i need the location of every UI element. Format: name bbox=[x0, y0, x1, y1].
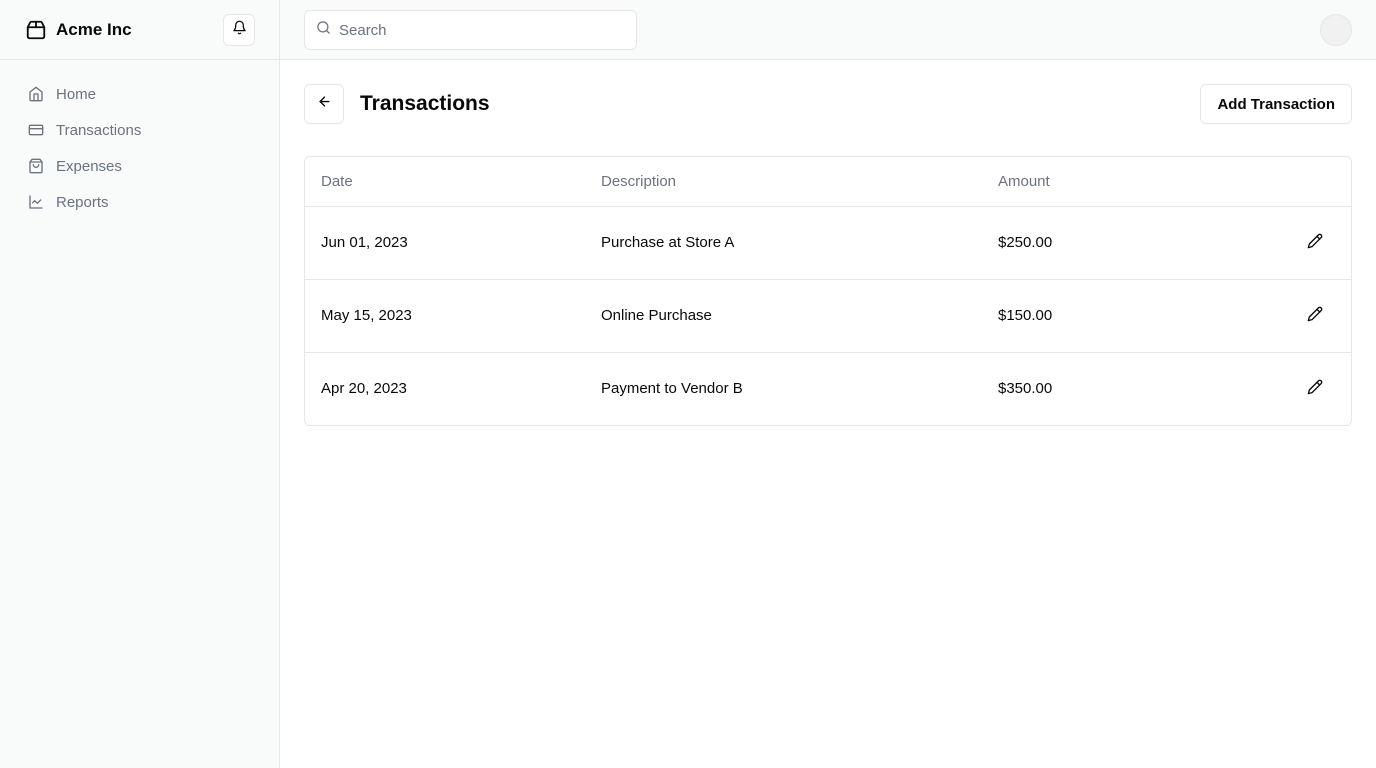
cell-amount: $250.00 bbox=[998, 234, 1053, 251]
pencil-icon bbox=[1307, 379, 1323, 399]
bell-icon bbox=[232, 20, 247, 40]
main-content: Transactions Add Transaction Date Descri… bbox=[280, 60, 1376, 768]
line-chart-icon bbox=[28, 194, 44, 210]
arrow-left-icon bbox=[317, 94, 332, 114]
table-row[interactable]: Apr 20, 2023 Payment to Vendor B $350.00 bbox=[305, 352, 1351, 425]
sidebar-item-reports[interactable]: Reports bbox=[16, 184, 263, 220]
pencil-icon bbox=[1307, 306, 1323, 326]
page-title: Transactions bbox=[360, 92, 490, 115]
cell-description: Online Purchase bbox=[601, 307, 712, 324]
sidebar-item-label: Expenses bbox=[56, 157, 122, 175]
credit-card-icon bbox=[28, 122, 44, 138]
column-header-description[interactable]: Description bbox=[585, 157, 982, 206]
brand-name[interactable]: Acme Inc bbox=[56, 20, 132, 40]
edit-button[interactable] bbox=[1303, 231, 1327, 255]
search-icon bbox=[316, 20, 339, 40]
home-icon bbox=[28, 86, 44, 102]
sidebar-item-home[interactable]: Home bbox=[16, 76, 263, 112]
pencil-icon bbox=[1307, 233, 1323, 253]
cell-date: Jun 01, 2023 bbox=[321, 234, 408, 251]
cell-actions bbox=[1232, 279, 1351, 352]
shopping-bag-icon bbox=[28, 158, 44, 174]
table-row[interactable]: May 15, 2023 Online Purchase $150.00 bbox=[305, 279, 1351, 352]
cell-description: Purchase at Store A bbox=[601, 234, 735, 251]
table-header-row: Date Description Amount bbox=[305, 157, 1351, 206]
add-transaction-button[interactable]: Add Transaction bbox=[1200, 84, 1352, 124]
sidebar-item-label: Transactions bbox=[56, 121, 142, 139]
cell-description: Payment to Vendor B bbox=[601, 380, 743, 398]
notifications-button[interactable] bbox=[223, 14, 255, 46]
column-header-actions bbox=[1232, 157, 1351, 206]
sidebar-item-label: Home bbox=[56, 85, 97, 103]
top-bar bbox=[280, 0, 1376, 60]
edit-button[interactable] bbox=[1303, 304, 1327, 328]
page-header: Transactions Add Transaction bbox=[304, 84, 1352, 124]
cell-amount: $150.00 bbox=[998, 307, 1053, 324]
edit-button[interactable] bbox=[1303, 377, 1327, 401]
cell-amount: $350.00 bbox=[998, 380, 1053, 398]
transactions-table: Date Description Amount Jun 01, 2023 Pur… bbox=[304, 156, 1352, 426]
column-header-date[interactable]: Date bbox=[305, 157, 585, 206]
column-header-amount[interactable]: Amount bbox=[982, 157, 1232, 206]
table-row[interactable]: Jun 01, 2023 Purchase at Store A $250.00 bbox=[305, 206, 1351, 279]
cell-actions bbox=[1232, 352, 1351, 425]
sidebar-item-expenses[interactable]: Expenses bbox=[16, 148, 263, 184]
brand-bar: Acme Inc bbox=[0, 0, 279, 60]
sidebar-item-transactions[interactable]: Transactions bbox=[16, 112, 263, 148]
package-icon[interactable] bbox=[24, 18, 48, 42]
search-box[interactable] bbox=[304, 10, 637, 50]
sidebar: Acme Inc Home Transactions Expenses Repo… bbox=[0, 0, 280, 768]
cell-actions bbox=[1232, 206, 1351, 279]
back-button[interactable] bbox=[304, 84, 344, 124]
avatar[interactable] bbox=[1320, 14, 1352, 46]
search-input[interactable] bbox=[339, 21, 619, 39]
sidebar-nav: Home Transactions Expenses Reports bbox=[0, 60, 279, 220]
cell-date: Apr 20, 2023 bbox=[321, 380, 407, 398]
cell-date: May 15, 2023 bbox=[321, 307, 412, 324]
sidebar-item-label: Reports bbox=[56, 193, 109, 211]
